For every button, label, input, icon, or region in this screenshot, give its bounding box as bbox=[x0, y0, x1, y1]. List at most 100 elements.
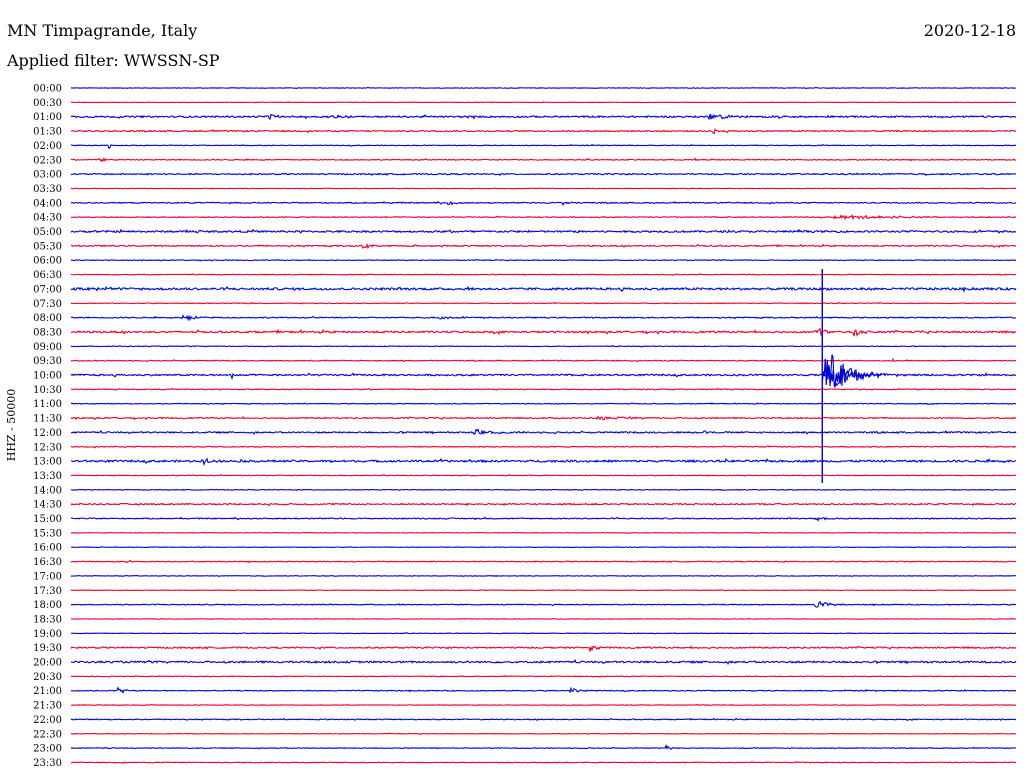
trace-line bbox=[70, 354, 1017, 388]
time-tick-label: 05:30 bbox=[33, 241, 62, 252]
trace-line bbox=[70, 732, 1017, 735]
time-tick-label: 02:30 bbox=[33, 155, 62, 166]
trace-line bbox=[70, 675, 1017, 678]
trace-line bbox=[70, 301, 1017, 305]
time-tick-label: 18:30 bbox=[33, 614, 62, 625]
time-tick-label: 10:00 bbox=[33, 371, 62, 382]
trace-line bbox=[70, 314, 1017, 322]
trace-line bbox=[70, 113, 1017, 121]
time-tick-label: 02:00 bbox=[33, 141, 62, 152]
trace-line bbox=[70, 143, 1017, 150]
time-tick-label: 17:00 bbox=[33, 571, 62, 582]
trace-line bbox=[70, 488, 1017, 492]
trace-line bbox=[70, 516, 1017, 522]
time-tick-label: 05:00 bbox=[33, 227, 62, 238]
time-tick-label: 23:30 bbox=[33, 758, 62, 769]
trace-line bbox=[70, 574, 1017, 578]
trace-line bbox=[70, 327, 1017, 337]
trace-line bbox=[70, 402, 1017, 406]
trace-line bbox=[70, 703, 1017, 707]
trace-rows: 00:00 00:30 01:00 01:30 02:00 02:30 03:00 03:30… bbox=[33, 84, 1017, 769]
trace-line bbox=[70, 502, 1017, 507]
trace-line bbox=[70, 744, 1017, 750]
time-tick-label: 03:30 bbox=[33, 184, 62, 195]
time-tick-label: 12:30 bbox=[33, 442, 62, 453]
time-tick-label: 06:30 bbox=[33, 270, 62, 281]
time-tick-label: 04:30 bbox=[33, 213, 62, 224]
time-tick-label: 13:00 bbox=[33, 457, 62, 468]
time-tick-label: 19:30 bbox=[33, 643, 62, 654]
trace-line bbox=[70, 228, 1017, 234]
time-tick-label: 00:00 bbox=[33, 84, 62, 95]
time-tick-label: 22:00 bbox=[33, 715, 62, 726]
trace-line bbox=[70, 200, 1017, 207]
time-tick-label: 21:00 bbox=[33, 686, 62, 697]
trace-line bbox=[70, 632, 1017, 635]
helicorder-chart: MN Timpagrande, Italy 2020-12-18 Applied… bbox=[5, 21, 1017, 769]
trace-line bbox=[70, 187, 1017, 190]
trace-line bbox=[70, 387, 1017, 391]
trace-line bbox=[70, 273, 1017, 276]
trace-line bbox=[70, 213, 1017, 221]
time-tick-label: 01:00 bbox=[33, 112, 62, 123]
time-tick-label: 13:30 bbox=[33, 471, 62, 482]
time-tick-label: 12:00 bbox=[33, 428, 62, 439]
time-tick-label: 21:30 bbox=[33, 701, 62, 712]
filter-label: Applied filter: WWSSN-SP bbox=[6, 51, 220, 70]
time-tick-label: 10:30 bbox=[33, 385, 62, 396]
trace-line bbox=[71, 101, 1017, 104]
time-tick-label: 16:30 bbox=[33, 557, 62, 568]
trace-line bbox=[70, 645, 1017, 653]
time-tick-label: 09:00 bbox=[33, 342, 62, 353]
time-tick-label: 01:30 bbox=[33, 127, 62, 138]
trace-line bbox=[70, 546, 1017, 549]
time-tick-label: 03:00 bbox=[33, 170, 62, 181]
trace-line bbox=[70, 86, 1017, 90]
time-tick-label: 09:30 bbox=[33, 356, 62, 367]
time-tick-label: 15:30 bbox=[33, 528, 62, 539]
trace-line bbox=[70, 156, 1017, 163]
trace-line bbox=[70, 600, 1017, 608]
trace-line bbox=[70, 415, 1017, 421]
time-tick-label: 06:00 bbox=[33, 256, 62, 267]
time-tick-label: 11:30 bbox=[33, 414, 62, 425]
trace-line bbox=[70, 445, 1017, 449]
trace-line bbox=[70, 344, 1017, 348]
time-tick-label: 18:00 bbox=[33, 600, 62, 611]
time-tick-label: 04:00 bbox=[33, 198, 62, 209]
chart-date: 2020-12-18 bbox=[924, 21, 1016, 40]
trace-line bbox=[70, 128, 1017, 135]
time-tick-label: 17:30 bbox=[33, 586, 62, 597]
time-tick-label: 14:30 bbox=[33, 500, 62, 511]
trace-line bbox=[70, 589, 1017, 592]
trace-line bbox=[70, 761, 1017, 764]
trace-line bbox=[70, 242, 1017, 250]
time-tick-label: 11:00 bbox=[33, 399, 62, 410]
trace-line bbox=[70, 258, 1017, 262]
time-tick-label: 15:00 bbox=[33, 514, 62, 525]
time-tick-label: 00:30 bbox=[33, 98, 62, 109]
trace-line bbox=[70, 559, 1017, 564]
trace-line bbox=[70, 357, 1017, 363]
trace-line bbox=[70, 457, 1017, 467]
time-tick-label: 20:00 bbox=[33, 658, 62, 669]
trace-line bbox=[70, 531, 1017, 535]
trace-line bbox=[70, 474, 1017, 477]
trace-line bbox=[70, 658, 1017, 666]
time-tick-label: 22:30 bbox=[33, 729, 62, 740]
time-tick-label: 07:30 bbox=[33, 299, 62, 310]
time-tick-label: 07:00 bbox=[33, 284, 62, 295]
trace-line bbox=[70, 428, 1017, 436]
station-title: MN Timpagrande, Italy bbox=[7, 21, 197, 40]
time-tick-label: 19:00 bbox=[33, 629, 62, 640]
y-axis-label: HHZ - 50000 bbox=[5, 389, 18, 462]
trace-line bbox=[70, 617, 1017, 621]
time-tick-label: 20:30 bbox=[33, 672, 62, 683]
trace-line bbox=[70, 172, 1017, 177]
time-tick-label: 16:00 bbox=[33, 543, 62, 554]
trace-line bbox=[70, 285, 1017, 294]
time-tick-label: 23:00 bbox=[33, 744, 62, 755]
time-tick-label: 14:00 bbox=[33, 485, 62, 496]
trace-line bbox=[70, 717, 1017, 722]
time-tick-label: 08:30 bbox=[33, 327, 62, 338]
